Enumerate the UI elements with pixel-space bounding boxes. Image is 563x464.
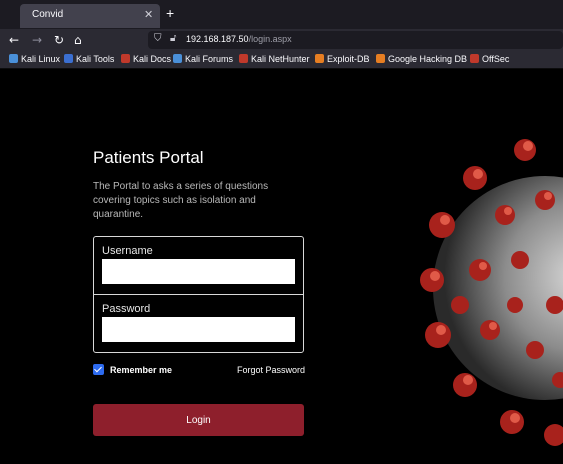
bookmark-item[interactable]: Kali Linux <box>9 54 60 64</box>
bookmark-item[interactable]: Exploit-DB <box>315 54 370 64</box>
bookmark-label: Kali NetHunter <box>251 54 310 64</box>
browser-tab[interactable]: Convid ✕ <box>20 4 160 28</box>
tab-close-icon[interactable]: ✕ <box>144 8 153 21</box>
tab-bar: Convid ✕ + <box>0 0 563 29</box>
login-button[interactable]: Login <box>93 404 304 436</box>
bookmark-label: Kali Tools <box>76 54 115 64</box>
bookmark-item[interactable]: Kali Forums <box>173 54 233 64</box>
login-form: Username Password <box>93 236 304 353</box>
bookmark-icon <box>239 54 248 63</box>
bookmark-label: Kali Docs <box>133 54 172 64</box>
bookmark-icon <box>376 54 385 63</box>
bookmark-label: OffSec <box>482 54 510 64</box>
username-input[interactable] <box>102 259 295 284</box>
bookmark-icon <box>121 54 130 63</box>
navigation-bar: ← → ↻ ⌂ ⛉ 🔓︎ 192.168.187.50/login.aspx <box>0 29 563 51</box>
bookmark-item[interactable]: Google Hacking DB <box>376 54 467 64</box>
shield-icon[interactable]: ⛉ <box>154 33 162 44</box>
bookmark-icon <box>470 54 479 63</box>
bookmark-label: Google Hacking DB <box>388 54 468 64</box>
url-bar[interactable]: ⛉ 🔓︎ 192.168.187.50/login.aspx <box>148 31 563 49</box>
back-icon[interactable]: ← <box>9 32 19 48</box>
bookmark-label: Kali Forums <box>185 54 234 64</box>
bookmark-item[interactable]: Kali NetHunter <box>239 54 310 64</box>
password-input[interactable] <box>102 317 295 342</box>
forward-icon[interactable]: → <box>32 32 42 48</box>
page-description: The Portal to asks a series of questions… <box>93 181 269 220</box>
username-label: Username <box>102 245 153 257</box>
bookmarks-toolbar: Kali Linux Kali Tools Kali Docs Kali Forums… <box>0 51 563 69</box>
page-title: Patients Portal <box>93 148 204 167</box>
remember-checkbox[interactable] <box>93 364 104 375</box>
bookmark-item[interactable]: OffSec <box>470 54 509 64</box>
bookmark-label: Kali Linux <box>21 54 61 64</box>
bookmark-item[interactable]: Kali Docs <box>121 54 171 64</box>
forgot-password-link[interactable]: Forgot Password <box>237 365 305 375</box>
new-tab-button[interactable]: + <box>166 5 174 21</box>
password-label: Password <box>102 303 151 315</box>
bookmark-icon <box>315 54 324 63</box>
reload-icon[interactable]: ↻ <box>54 32 64 48</box>
bookmark-icon <box>173 54 182 63</box>
url-path: /login.aspx <box>248 34 292 44</box>
bookmark-item[interactable]: Kali Tools <box>64 54 114 64</box>
login-page: Patients Portal The Portal to asks a ser… <box>0 70 563 464</box>
tab-title: Convid <box>32 9 64 20</box>
bookmark-label: Exploit-DB <box>327 54 370 64</box>
coronavirus-illustration <box>420 139 563 446</box>
remember-label: Remember me <box>110 365 173 375</box>
home-icon[interactable]: ⌂ <box>74 32 82 48</box>
remember-me[interactable]: Remember me <box>93 364 172 375</box>
lock-icon[interactable]: 🔓︎ <box>170 33 176 44</box>
bookmark-icon <box>9 54 18 63</box>
url-host: 192.168.187.50 <box>186 34 249 44</box>
bookmark-icon <box>64 54 73 63</box>
url-text[interactable]: 192.168.187.50/login.aspx <box>186 34 292 44</box>
form-divider <box>94 294 303 295</box>
